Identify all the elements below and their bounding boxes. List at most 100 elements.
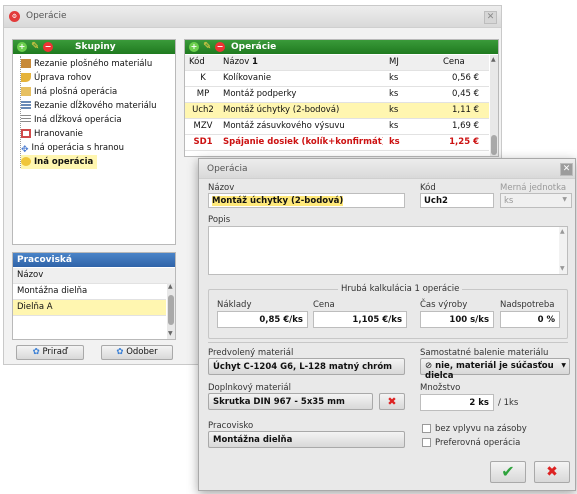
workplaces-scrollbar[interactable]: ▲ ▼ <box>167 283 175 339</box>
dialog-title: Operácia <box>207 164 248 174</box>
edit-group-icon[interactable]: ✎ <box>31 41 39 52</box>
operations-scrollbar[interactable]: ▲ <box>490 55 498 156</box>
name-value: Montáž úchytky (2-bodová) <box>212 196 344 206</box>
default-material-value: Úchyt C-1204 G6, L-128 matný chróm <box>213 362 393 372</box>
table-row[interactable]: Uch2 Montáž úchytky (2-bodová) ks 1,11 € <box>185 103 489 119</box>
cell-name: Montáž úchytky (2-bodová) <box>223 105 340 115</box>
divider <box>208 342 568 343</box>
quantity-field[interactable]: 2 ks <box>420 394 494 411</box>
cancel-button[interactable]: ✖ <box>534 461 570 483</box>
column-header-name: Názov <box>17 270 44 280</box>
remove-button[interactable]: ✿ Odober <box>101 345 173 360</box>
operations-column-header: Kód Názov 1 MJ Cena <box>185 55 489 71</box>
packaging-value: nie, materiál je súčasťou dielca <box>425 361 554 381</box>
groups-panel: + ✎ − Skupiny Rezanie plošného materiálu… <box>12 39 176 245</box>
list-item-selected[interactable]: Dielňa A <box>13 300 166 316</box>
workplace-name: Dielňa A <box>17 302 53 312</box>
default-material-button[interactable]: Úchyt C-1204 G6, L-128 matný chróm <box>208 358 405 375</box>
no-stock-checkbox[interactable] <box>422 424 431 433</box>
remove-label: Odober <box>126 347 158 357</box>
price-label: Cena <box>313 300 335 310</box>
extra-material-button[interactable]: Skrutka DIN 967 - 5x35 mm <box>208 393 373 410</box>
scroll-up-icon[interactable]: ▲ <box>560 228 565 235</box>
list-item[interactable]: Montážna dielňa <box>13 284 166 300</box>
delete-group-icon[interactable]: − <box>43 42 53 52</box>
tree-item-uprava-rohov[interactable]: Úprava rohov <box>21 71 91 85</box>
operations-panel: + ✎ − Operácie Kód Názov 1 MJ Cena K Kolí… <box>184 39 499 157</box>
description-field[interactable]: ▲ ▼ <box>208 226 568 275</box>
gear-icon: ✿ <box>32 347 40 357</box>
table-row[interactable]: K Kolíkovanie ks 0,56 € <box>185 71 489 87</box>
description-label: Popis <box>208 215 231 225</box>
price-field[interactable]: 1,105 €/ks <box>313 311 407 328</box>
assign-label: Priraď <box>42 347 68 357</box>
dialog-close-button[interactable]: ✕ <box>560 163 573 176</box>
column-header-name[interactable]: Názov 1 <box>223 55 258 70</box>
remove-extra-material-button[interactable]: ✖ <box>379 393 405 410</box>
sheet-cut-icon <box>21 59 31 68</box>
table-row[interactable]: MZV Montáž zásuvkového výsuvu ks 1,69 € <box>185 119 489 135</box>
add-group-icon[interactable]: + <box>17 42 27 52</box>
close-button[interactable]: ✕ <box>484 11 497 24</box>
code-field[interactable]: Uch2 <box>420 193 494 208</box>
cell-price: 1,25 € <box>449 137 479 147</box>
tree-item-hranovanie[interactable]: Hranovanie <box>21 127 83 141</box>
close-icon: ✖ <box>546 464 558 480</box>
edit-operation-icon[interactable]: ✎ <box>203 41 211 52</box>
tree-item-label: Úprava rohov <box>34 73 92 83</box>
costs-field[interactable]: 0,85 €/ks <box>217 311 308 328</box>
workplaces-panel: Pracoviská Názov Montážna dielňa Dielňa … <box>12 252 176 340</box>
tree-item-label: Iná operácia <box>34 157 94 167</box>
description-scrollbar[interactable]: ▲ ▼ <box>559 227 567 274</box>
main-window-title: Operácie <box>26 11 67 21</box>
sheet-icon <box>21 87 31 96</box>
no-entry-icon: ⊘ <box>425 361 433 371</box>
time-field[interactable]: 100 s/ks <box>420 311 494 328</box>
checkmark-icon: ✔ <box>501 462 515 481</box>
unit-label: Merná jednotka <box>500 183 567 193</box>
name-field[interactable]: Montáž úchytky (2-bodová) <box>208 193 405 208</box>
column-header-code[interactable]: Kód <box>189 55 217 70</box>
scroll-down-icon[interactable]: ▼ <box>560 265 565 272</box>
main-titlebar: ⚙ Operácie ✕ <box>4 6 501 28</box>
column-header-price[interactable]: Cena <box>443 55 465 70</box>
column-header-unit[interactable]: MJ <box>389 55 399 70</box>
tree-item-rezanie-dlzkoveho[interactable]: Rezanie dĺžkového materiálu <box>21 99 157 113</box>
quantity-value: 2 ks <box>469 398 489 408</box>
preferred-checkbox[interactable] <box>422 438 431 447</box>
scroll-down-icon[interactable]: ▼ <box>168 330 173 337</box>
dialog-titlebar: Operácia ✕ <box>199 159 575 179</box>
scroll-thumb[interactable] <box>491 135 497 155</box>
unit-value: ks <box>504 196 514 206</box>
scroll-up-icon[interactable]: ▲ <box>168 283 173 290</box>
price-value: 1,105 €/ks <box>352 315 402 325</box>
tree-item-ina-operacia[interactable]: Iná operácia <box>21 155 98 169</box>
unit-select[interactable]: ks ▼ <box>500 193 572 208</box>
workplaces-column-header: Názov <box>13 268 175 284</box>
delete-operation-icon[interactable]: − <box>215 42 225 52</box>
confirm-button[interactable]: ✔ <box>490 461 526 483</box>
tree-item-ina-dlzkova[interactable]: Iná dĺžková operácia <box>21 113 122 127</box>
scroll-up-icon[interactable]: ▲ <box>491 56 496 63</box>
time-value: 100 s/ks <box>449 315 489 325</box>
assign-button[interactable]: ✿ Priraď <box>16 345 84 360</box>
packaging-select[interactable]: ⊘ nie, materiál je súčasťou dielca ▼ <box>420 358 570 381</box>
tree-item-rezanie-plosneho[interactable]: Rezanie plošného materiálu <box>21 57 152 71</box>
add-operation-icon[interactable]: + <box>189 42 199 52</box>
cell-price: 1,11 € <box>451 105 479 115</box>
other-op-icon <box>21 157 31 166</box>
table-row[interactable]: SD1 Spájanie dosiek (kolík+konfirmát) ks 1,… <box>185 135 489 151</box>
cell-price: 1,69 € <box>451 121 479 131</box>
tree-item-label: Iná operácia s hranou <box>31 143 125 153</box>
surplus-field[interactable]: 0 % <box>500 311 560 328</box>
tree-item-label: Hranovanie <box>34 129 83 139</box>
workplaces-header: Pracoviská <box>13 253 175 267</box>
tree-item-ina-plosna[interactable]: Iná plošná operácia <box>21 85 117 99</box>
extra-material-value: Skrutka DIN 967 - 5x35 mm <box>213 397 345 407</box>
tree-item-ina-s-hranou[interactable]: ✥ Iná operácia s hranou <box>21 141 124 155</box>
workplace-button[interactable]: Montážna dielňa <box>208 431 405 448</box>
table-row[interactable]: MP Montáž podperky ks 0,45 € <box>185 87 489 103</box>
edge-icon <box>21 129 31 138</box>
costs-label: Náklady <box>217 300 252 310</box>
scroll-thumb[interactable] <box>168 295 174 325</box>
